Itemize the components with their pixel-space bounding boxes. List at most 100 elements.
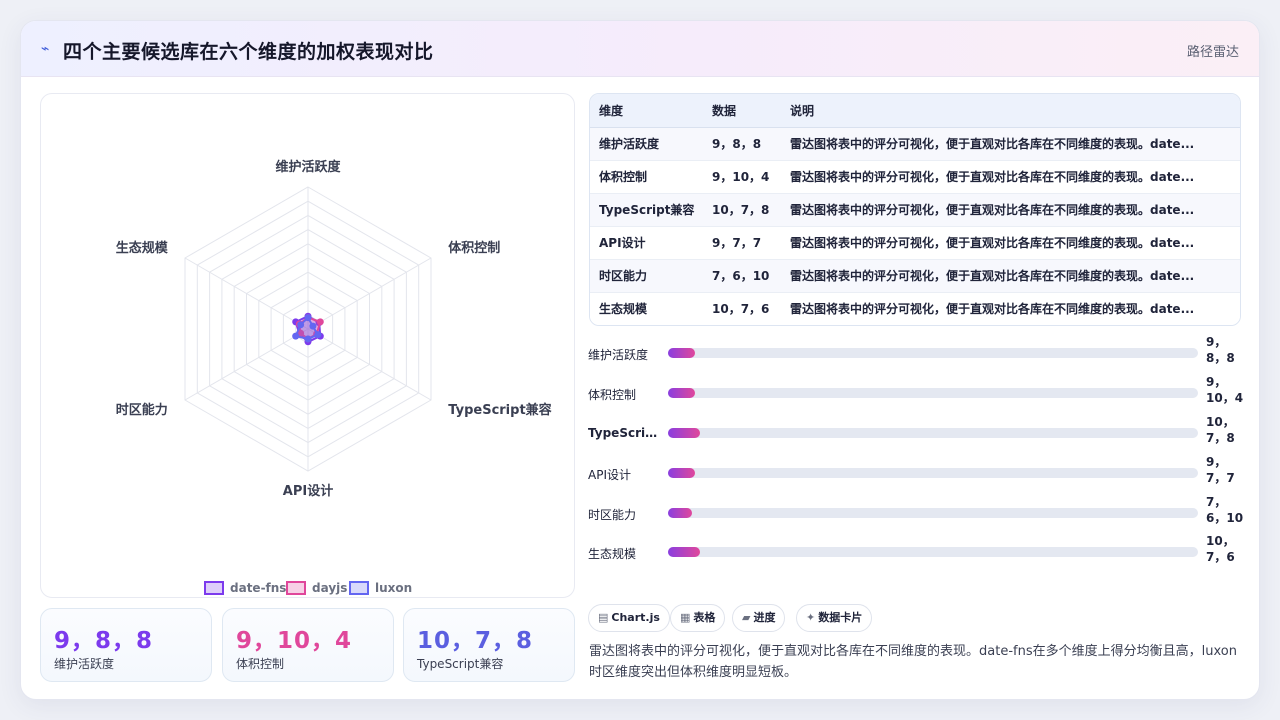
stat-value: 9，10，4 bbox=[236, 628, 353, 654]
legend-label: dayjs bbox=[312, 581, 347, 595]
cell-dimension: 体积控制 bbox=[590, 160, 703, 194]
progress-row: API设计 9， 7，7 bbox=[588, 454, 1248, 494]
progress-fill bbox=[668, 547, 700, 557]
data-point bbox=[316, 318, 324, 326]
progress-row: 时区能力 7， 6，10 bbox=[588, 494, 1248, 534]
progress-label: TypeScri... bbox=[588, 426, 658, 440]
cell-note: 雷达图将表中的评分可视化，便于直观对比各库在不同维度的表现。date... bbox=[781, 259, 1240, 293]
data-point bbox=[297, 321, 305, 329]
progress-row: 维护活跃度 9， 8，8 bbox=[588, 334, 1248, 374]
table-row: 体积控制 9，10，4 雷达图将表中的评分可视化，便于直观对比各库在不同维度的表… bbox=[590, 160, 1240, 194]
data-table: 维度 数据 说明 维护活跃度 9，8，8 雷达图将表中的评分可视化，便于直观对比… bbox=[589, 93, 1241, 326]
progress-value: 9， 8，8 bbox=[1206, 335, 1235, 365]
data-point bbox=[304, 335, 312, 343]
progress-track bbox=[668, 428, 1198, 438]
table-row: 生态规模 10，7，6 雷达图将表中的评分可视化，便于直观对比各库在不同维度的表… bbox=[590, 292, 1240, 325]
cell-note: 雷达图将表中的评分可视化，便于直观对比各库在不同维度的表现。date... bbox=[781, 226, 1240, 260]
progress-fill bbox=[668, 348, 695, 358]
progress-fill bbox=[668, 468, 695, 478]
progress-label: API设计 bbox=[588, 468, 631, 482]
axis-label: 生态规模 bbox=[116, 240, 169, 256]
cell-dimension: TypeScript兼容 bbox=[590, 193, 703, 227]
progress-label: 时区能力 bbox=[588, 508, 637, 522]
table-row: TypeScript兼容 10，7，8 雷达图将表中的评分可视化，便于直观对比各… bbox=[590, 193, 1240, 227]
sparkline-icon: ⌁ bbox=[41, 41, 50, 57]
axis-label: API设计 bbox=[283, 483, 333, 499]
stat-label: 维护活跃度 bbox=[54, 657, 115, 671]
axis-label: 时区能力 bbox=[116, 402, 168, 418]
cell-data: 9，8，8 bbox=[703, 127, 781, 161]
progress-row: 生态规模 10， 7，6 bbox=[588, 533, 1248, 573]
progress-value: 9， 10，4 bbox=[1206, 375, 1244, 405]
chip-data-card[interactable]: ✦ 数据卡片 bbox=[796, 604, 873, 632]
table-header-row: 维度 数据 说明 bbox=[590, 94, 1240, 128]
progress-label: 维护活跃度 bbox=[588, 348, 649, 362]
cell-dimension: 时区能力 bbox=[590, 259, 703, 293]
cell-note: 雷达图将表中的评分可视化，便于直观对比各库在不同维度的表现。date... bbox=[781, 193, 1240, 227]
legend-swatch bbox=[204, 581, 224, 595]
progress-icon: ▰ bbox=[742, 611, 751, 624]
cell-note: 雷达图将表中的评分可视化，便于直观对比各库在不同维度的表现。date... bbox=[781, 127, 1240, 161]
cell-data: 10，7，6 bbox=[703, 292, 781, 325]
progress-fill bbox=[668, 508, 692, 518]
column-header: 数据 bbox=[703, 94, 781, 128]
axis-label: 体积控制 bbox=[448, 240, 500, 256]
table-row: 维护活跃度 9，8，8 雷达图将表中的评分可视化，便于直观对比各库在不同维度的表… bbox=[590, 127, 1240, 161]
stat-value: 9，8，8 bbox=[54, 628, 154, 654]
cell-data: 9，7，7 bbox=[703, 226, 781, 260]
column-header: 说明 bbox=[781, 94, 1240, 128]
main-card: ⌁ 四个主要候选库在六个维度的加权表现对比 路径雷达 维护活跃度 体积控制 Type… bbox=[20, 20, 1260, 700]
table-row: 时区能力 7，6，10 雷达图将表中的评分可视化，便于直观对比各库在不同维度的表… bbox=[590, 259, 1240, 293]
progress-value: 10， 7，6 bbox=[1206, 534, 1235, 564]
cell-data: 7，6，10 bbox=[703, 259, 781, 293]
stat-label: TypeScript兼容 bbox=[417, 657, 504, 671]
data-point bbox=[314, 331, 322, 339]
description: 雷达图将表中的评分可视化，便于直观对比各库在不同维度的表现。date-fns在多… bbox=[589, 644, 1237, 680]
cell-note: 雷达图将表中的评分可视化，便于直观对比各库在不同维度的表现。date... bbox=[781, 292, 1240, 325]
progress-label: 生态规模 bbox=[588, 547, 637, 561]
progress-row: TypeScri... 10， 7，8 bbox=[588, 414, 1248, 454]
progress-track bbox=[668, 388, 1198, 398]
progress-track bbox=[668, 508, 1198, 518]
progress-track bbox=[668, 547, 1198, 557]
table-row: API设计 9，7，7 雷达图将表中的评分可视化，便于直观对比各库在不同维度的表… bbox=[590, 226, 1240, 260]
header-tag: 路径雷达 bbox=[1186, 45, 1239, 60]
progress-value: 10， 7，8 bbox=[1206, 415, 1235, 445]
stat-value: 10，7，8 bbox=[417, 628, 534, 654]
data-point bbox=[292, 332, 300, 340]
page-title: 四个主要候选库在六个维度的加权表现对比 bbox=[63, 41, 434, 63]
axis-label: TypeScript兼容 bbox=[448, 402, 551, 418]
legend-label: date-fns bbox=[230, 581, 286, 595]
cell-dimension: API设计 bbox=[590, 226, 703, 260]
stat-card-2: 9，10，4 体积控制 bbox=[222, 608, 394, 682]
stat-card-3: 10，7，8 TypeScript兼容 bbox=[403, 608, 575, 682]
axis-label: 维护活跃度 bbox=[275, 159, 341, 175]
chip-table[interactable]: ▦ 表格 bbox=[670, 604, 726, 632]
stat-card-1: 9，8，8 维护活跃度 bbox=[40, 608, 212, 682]
page-header: ⌁ 四个主要候选库在六个维度的加权表现对比 路径雷达 bbox=[21, 21, 1259, 77]
progress-row: 体积控制 9， 10，4 bbox=[588, 374, 1248, 414]
legend-swatch bbox=[349, 581, 369, 595]
progress-fill bbox=[668, 428, 700, 438]
cell-data: 9，10，4 bbox=[703, 160, 781, 194]
progress-track bbox=[668, 348, 1198, 358]
cell-dimension: 维护活跃度 bbox=[590, 127, 703, 161]
cell-data: 10，7，8 bbox=[703, 193, 781, 227]
progress-track bbox=[668, 468, 1198, 478]
data-point bbox=[304, 314, 312, 322]
legend-swatch bbox=[286, 581, 306, 595]
cell-note: 雷达图将表中的评分可视化，便于直观对比各库在不同维度的表现。date... bbox=[781, 160, 1240, 194]
progress-label: 体积控制 bbox=[588, 388, 637, 402]
progress-value: 9， 7，7 bbox=[1206, 455, 1235, 485]
card-icon: ✦ bbox=[806, 611, 816, 624]
chip-progress[interactable]: ▰ 进度 bbox=[732, 604, 786, 632]
progress-value: 7， 6，10 bbox=[1206, 495, 1244, 525]
chart-icon: ▤ bbox=[598, 611, 609, 624]
data-point bbox=[309, 322, 317, 330]
progress-fill bbox=[668, 388, 695, 398]
radar-chart: 维护活跃度体积控制 TypeScript兼容 API设计 时区能力 生态规模 date-f… bbox=[116, 159, 552, 595]
chip-chartjs[interactable]: ▤ Chart.js bbox=[588, 604, 670, 632]
table-icon: ▦ bbox=[680, 611, 691, 624]
stat-label: 体积控制 bbox=[236, 657, 285, 671]
column-header: 维度 bbox=[590, 94, 703, 128]
